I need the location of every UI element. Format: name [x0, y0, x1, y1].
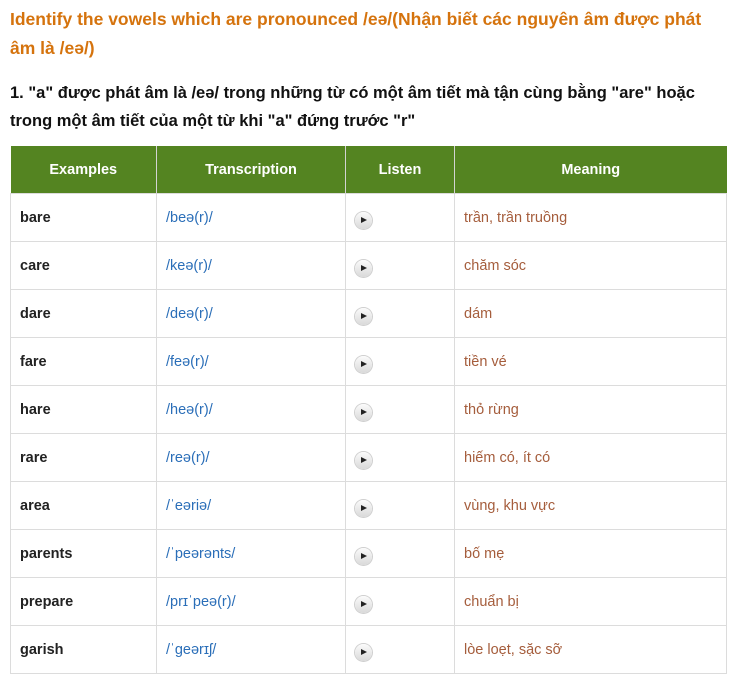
- meaning: chuẩn bị: [454, 577, 727, 626]
- meaning: thỏ rừng: [454, 385, 727, 434]
- listen-cell: [345, 337, 455, 386]
- transcription: /feə(r)/: [156, 337, 346, 386]
- table-row: bare /beə(r)/ trần, trần truồng: [10, 193, 727, 242]
- table-row: dare /deə(r)/ dám: [10, 289, 727, 338]
- play-icon[interactable]: [355, 356, 372, 373]
- play-icon[interactable]: [355, 644, 372, 661]
- vocabulary-table: Examples Transcription Listen Meaning ba…: [10, 146, 727, 674]
- transcription: /beə(r)/: [156, 193, 346, 242]
- play-icon[interactable]: [355, 260, 372, 277]
- example-word: care: [10, 241, 157, 290]
- play-icon[interactable]: [355, 212, 372, 229]
- play-icon[interactable]: [355, 404, 372, 421]
- transcription: /prɪˈpeə(r)/: [156, 577, 346, 626]
- table-row: area /ˈeəriə/ vùng, khu vực: [10, 481, 727, 530]
- transcription: /ˈgeərɪʃ/: [156, 625, 346, 674]
- play-icon[interactable]: [355, 548, 372, 565]
- example-word: area: [10, 481, 157, 530]
- example-word: rare: [10, 433, 157, 482]
- listen-cell: [345, 289, 455, 338]
- play-icon[interactable]: [355, 500, 372, 517]
- table-row: hare /heə(r)/ thỏ rừng: [10, 385, 727, 434]
- listen-cell: [345, 193, 455, 242]
- table-row: parents /ˈpeərənts/ bố mẹ: [10, 529, 727, 578]
- example-word: fare: [10, 337, 157, 386]
- play-icon[interactable]: [355, 596, 372, 613]
- listen-cell: [345, 433, 455, 482]
- listen-cell: [345, 241, 455, 290]
- listen-cell: [345, 529, 455, 578]
- meaning: trần, trần truồng: [454, 193, 727, 242]
- table-body: bare /beə(r)/ trần, trần truồng care /ke…: [10, 193, 727, 674]
- example-word: garish: [10, 625, 157, 674]
- header-transcription: Transcription: [156, 146, 346, 194]
- listen-cell: [345, 385, 455, 434]
- listen-cell: [345, 625, 455, 674]
- example-word: parents: [10, 529, 157, 578]
- table-row: rare /reə(r)/ hiếm có, ít có: [10, 433, 727, 482]
- example-word: dare: [10, 289, 157, 338]
- transcription: /keə(r)/: [156, 241, 346, 290]
- play-icon[interactable]: [355, 452, 372, 469]
- meaning: chăm sóc: [454, 241, 727, 290]
- table-header-row: Examples Transcription Listen Meaning: [10, 146, 727, 194]
- transcription: /deə(r)/: [156, 289, 346, 338]
- transcription: /reə(r)/: [156, 433, 346, 482]
- transcription: /heə(r)/: [156, 385, 346, 434]
- listen-cell: [345, 577, 455, 626]
- table-row: fare /feə(r)/ tiền vé: [10, 337, 727, 386]
- table-row: garish /ˈgeərɪʃ/ lòe loẹt, sặc sỡ: [10, 625, 727, 674]
- transcription: /ˈeəriə/: [156, 481, 346, 530]
- transcription: /ˈpeərənts/: [156, 529, 346, 578]
- meaning: lòe loẹt, sặc sỡ: [454, 625, 727, 674]
- page-title: Identify the vowels which are pronounced…: [10, 9, 702, 58]
- meaning: dám: [454, 289, 727, 338]
- play-icon[interactable]: [355, 308, 372, 325]
- rule-description: 1. "a" được phát âm là /eə/ trong những …: [10, 84, 695, 130]
- table-row: prepare /prɪˈpeə(r)/ chuẩn bị: [10, 577, 727, 626]
- meaning: vùng, khu vực: [454, 481, 727, 530]
- header-examples: Examples: [10, 146, 157, 194]
- header-meaning: Meaning: [454, 146, 727, 194]
- meaning: bố mẹ: [454, 529, 727, 578]
- listen-cell: [345, 481, 455, 530]
- meaning: tiền vé: [454, 337, 727, 386]
- example-word: prepare: [10, 577, 157, 626]
- example-word: bare: [10, 193, 157, 242]
- table-row: care /keə(r)/ chăm sóc: [10, 241, 727, 290]
- meaning: hiếm có, ít có: [454, 433, 727, 482]
- header-listen: Listen: [345, 146, 455, 194]
- example-word: hare: [10, 385, 157, 434]
